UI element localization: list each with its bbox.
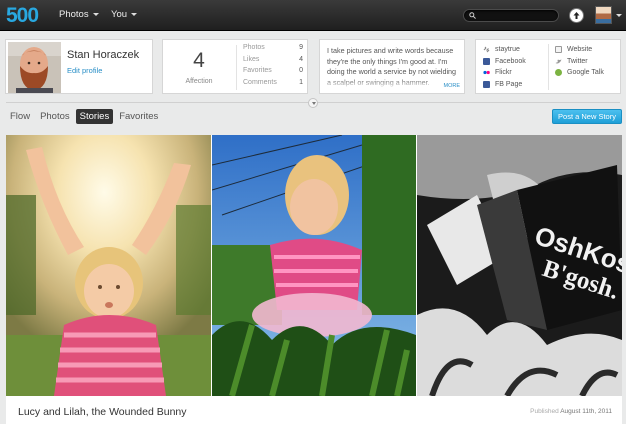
link-staytrue[interactable]: staytrue xyxy=(483,44,526,56)
profile-photo xyxy=(8,42,61,93)
link-facebook[interactable]: Facebook xyxy=(483,56,526,68)
chevron-down-icon xyxy=(311,102,316,105)
nav-photos-menu[interactable]: Photos xyxy=(59,9,99,20)
tab-stories[interactable]: Stories xyxy=(75,109,114,124)
stat-value: 1 xyxy=(299,78,303,86)
search-input[interactable] xyxy=(479,10,555,21)
stat-row-comments[interactable]: Comments 1 xyxy=(243,79,303,91)
google-talk-icon xyxy=(555,69,562,77)
story-photo-2[interactable] xyxy=(212,135,416,396)
search-box xyxy=(463,9,559,22)
edit-profile-link[interactable]: Edit profile xyxy=(67,66,102,75)
flickr-icon xyxy=(483,71,490,75)
published-date-value: August 11th, 2011 xyxy=(560,408,612,415)
link-fb-page[interactable]: FB Page xyxy=(483,79,526,91)
stat-row-likes[interactable]: Likes 4 xyxy=(243,56,303,68)
stat-row-photos[interactable]: Photos 9 xyxy=(243,44,303,56)
nav-you-menu[interactable]: You xyxy=(111,9,138,20)
bio-fade xyxy=(320,79,464,93)
link-website[interactable]: Website xyxy=(555,44,604,56)
stat-row-favorites[interactable]: Favorites 0 xyxy=(243,67,303,79)
link-label: Twitter xyxy=(567,57,588,65)
link-label: Flickr xyxy=(495,69,512,77)
stat-label: Favorites xyxy=(243,67,272,74)
stat-value: 0 xyxy=(299,67,303,74)
bio-card: I take pictures and write words because … xyxy=(319,39,465,94)
stat-value: 9 xyxy=(299,44,303,51)
link-twitter[interactable]: Twitter xyxy=(555,56,604,68)
profile-name: Stan Horaczek xyxy=(67,49,140,61)
link-flickr[interactable]: Flickr xyxy=(483,67,526,79)
link-label: staytrue xyxy=(495,46,520,54)
nav-photos-label: Photos xyxy=(59,9,89,20)
nav-you-label: You xyxy=(111,9,128,20)
story-photo-1[interactable] xyxy=(6,135,211,396)
link-google-talk[interactable]: Google Talk xyxy=(555,67,604,79)
chevron-down-icon[interactable] xyxy=(616,14,622,17)
published-prefix: Published xyxy=(530,408,559,415)
tab-photos[interactable]: Photos xyxy=(36,109,74,124)
story-title[interactable]: Lucy and Lilah, the Wounded Bunny xyxy=(18,406,187,418)
stat-label: Photos xyxy=(243,44,265,51)
link-icon xyxy=(483,46,490,53)
story-published-date: Published August 11th, 2011 xyxy=(530,408,612,415)
divider xyxy=(548,44,549,90)
story-photo-3[interactable]: OshKos B'gosh. xyxy=(417,135,622,396)
upload-button[interactable] xyxy=(570,9,583,22)
top-navigation-bar: 500 Photos You xyxy=(0,0,626,31)
facebook-page-icon xyxy=(483,81,490,89)
chevron-down-icon xyxy=(131,12,138,16)
stat-label: Comments xyxy=(243,78,277,86)
website-icon xyxy=(555,46,562,54)
user-avatar-menu[interactable] xyxy=(595,6,612,24)
stats-card: 4 Affection Photos 9 Likes 4 Favorites 0 Co… xyxy=(162,39,308,94)
post-new-story-button[interactable]: Post a New Story xyxy=(552,109,622,124)
search-icon xyxy=(469,12,476,19)
tab-flow[interactable]: Flow xyxy=(6,109,34,124)
profile-card: Stan Horaczek Edit profile xyxy=(5,39,153,94)
stat-list: Photos 9 Likes 4 Favorites 0 Comments 1 xyxy=(243,44,303,90)
twitter-icon xyxy=(555,59,562,64)
affection-label: Affection xyxy=(185,78,213,85)
stat-label: Likes xyxy=(243,55,260,63)
stat-value: 4 xyxy=(299,55,303,63)
links-left-column: staytrue Facebook Flickr FB Page xyxy=(483,44,526,90)
links-card: staytrue Facebook Flickr FB Page Website xyxy=(475,39,621,94)
link-label: FB Page xyxy=(495,81,523,89)
bio-more-link[interactable]: MORE xyxy=(444,83,461,89)
expand-header-button[interactable] xyxy=(308,98,318,108)
profile-header: Stan Horaczek Edit profile 4 Affection P… xyxy=(0,31,626,103)
link-label: Google Talk xyxy=(567,69,604,77)
logo-text: 500 xyxy=(6,4,38,26)
500px-logo[interactable]: 500 xyxy=(6,4,44,26)
facebook-icon xyxy=(483,57,490,65)
affection-count: 4 xyxy=(193,49,205,72)
upload-arrow-icon xyxy=(573,12,580,19)
divider xyxy=(236,45,237,90)
links-right-column: Website Twitter Google Talk xyxy=(555,44,604,79)
link-label: Website xyxy=(567,46,593,54)
profile-tabs: Flow Photos Stories Favorites xyxy=(6,109,164,125)
story-card: OshKos B'gosh. Lucy and Lilah, the Wound… xyxy=(6,135,622,424)
link-label: Facebook xyxy=(495,57,526,65)
chevron-down-icon xyxy=(92,12,99,16)
tab-favorites[interactable]: Favorites xyxy=(115,109,162,124)
